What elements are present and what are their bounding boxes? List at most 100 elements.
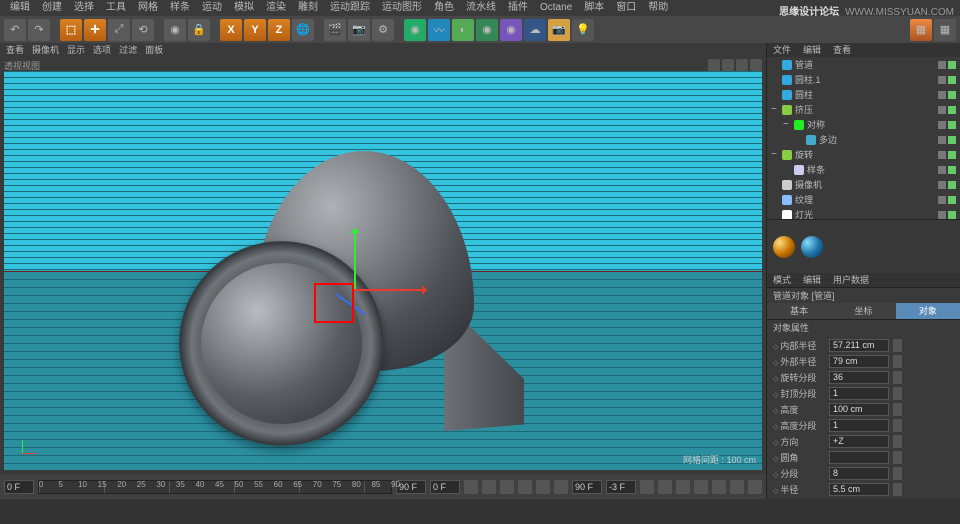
spinner[interactable] [893, 483, 902, 496]
tree-row[interactable]: 管道 [767, 57, 960, 72]
menu-样条[interactable]: 样条 [164, 0, 196, 16]
autokey[interactable] [658, 480, 672, 494]
menu-模拟[interactable]: 模拟 [228, 0, 260, 16]
tree-row[interactable]: 圆柱.1 [767, 72, 960, 87]
menu-窗口[interactable]: 窗口 [610, 0, 642, 16]
vp-nav-icon[interactable] [708, 59, 720, 71]
objtab[interactable]: 文件 [767, 43, 797, 57]
viewtab[interactable]: 显示 [67, 43, 85, 57]
visibility-flag[interactable] [948, 196, 956, 204]
y-axis[interactable]: Y [244, 19, 266, 41]
tree-row[interactable]: 摄像机 [767, 177, 960, 192]
tree-row[interactable]: 纹理 [767, 192, 960, 207]
layout-2[interactable]: ▦ [934, 19, 956, 41]
tree-row[interactable]: 灯光 [767, 207, 960, 219]
viewtab[interactable]: 查看 [6, 43, 24, 57]
lock-tool[interactable]: 🔒 [188, 19, 210, 41]
menu-选择[interactable]: 选择 [68, 0, 100, 16]
coord-sys[interactable]: 🌐 [292, 19, 314, 41]
tool-recent[interactable]: ◉ [164, 19, 186, 41]
menu-插件[interactable]: 插件 [502, 0, 534, 16]
menu-渲染[interactable]: 渲染 [260, 0, 292, 16]
visibility-flag[interactable] [938, 166, 946, 174]
visibility-flag[interactable] [938, 106, 946, 114]
tree-row[interactable]: −旋转 [767, 147, 960, 162]
expand-icon[interactable]: − [783, 119, 791, 130]
visibility-flag[interactable] [948, 211, 956, 219]
z-axis[interactable]: Z [268, 19, 290, 41]
attr-input[interactable] [829, 371, 889, 384]
visibility-flag[interactable] [948, 106, 956, 114]
timeline-temp[interactable] [606, 480, 636, 494]
attr-input[interactable] [829, 339, 889, 352]
environment[interactable]: ☁ [524, 19, 546, 41]
goto-start[interactable] [464, 480, 478, 494]
attrtab[interactable]: 模式 [767, 273, 797, 287]
generator2[interactable]: ◉ [476, 19, 498, 41]
expand-icon[interactable]: − [771, 149, 779, 160]
undo-button[interactable]: ↶ [4, 19, 26, 41]
key-opts4[interactable] [730, 480, 744, 494]
goto-end[interactable] [554, 480, 568, 494]
tree-row[interactable]: −对称 [767, 117, 960, 132]
spinner[interactable] [893, 403, 902, 416]
key-opts[interactable] [676, 480, 690, 494]
viewtab[interactable]: 选项 [93, 43, 111, 57]
key-opts2[interactable] [694, 480, 708, 494]
attr-input[interactable] [829, 403, 889, 416]
key-opts5[interactable] [748, 480, 762, 494]
key-opts3[interactable] [712, 480, 726, 494]
menu-脚本[interactable]: 脚本 [578, 0, 610, 16]
spinner[interactable] [893, 339, 902, 352]
attr-input[interactable] [829, 387, 889, 400]
transform-gizmo[interactable] [294, 231, 414, 351]
attr-input[interactable] [829, 467, 889, 480]
step-back[interactable] [482, 480, 496, 494]
menu-网格[interactable]: 网格 [132, 0, 164, 16]
spinner[interactable] [893, 419, 902, 432]
expand-icon[interactable]: − [771, 104, 779, 115]
menu-帮助[interactable]: 帮助 [642, 0, 674, 16]
spinner[interactable] [893, 435, 902, 448]
material-manager[interactable] [767, 219, 960, 273]
timeline-end[interactable] [396, 480, 426, 494]
timeline-track[interactable]: 051015202530354045505560657075808590 [38, 480, 392, 494]
viewtab[interactable]: 过滤 [119, 43, 137, 57]
attr-input[interactable] [829, 483, 889, 496]
spline[interactable]: 〰 [428, 19, 450, 41]
rotate-tool[interactable]: ⟲ [132, 19, 154, 41]
objtab[interactable]: 查看 [827, 43, 857, 57]
visibility-flag[interactable] [938, 211, 946, 219]
visibility-flag[interactable] [948, 166, 956, 174]
visibility-flag[interactable] [938, 121, 946, 129]
tree-row[interactable]: 圆柱 [767, 87, 960, 102]
spinner[interactable] [893, 387, 902, 400]
menu-运动跟踪[interactable]: 运动跟踪 [324, 0, 376, 16]
record[interactable] [640, 480, 654, 494]
attr-input[interactable] [829, 451, 889, 464]
move-tool[interactable]: ✛ [84, 19, 106, 41]
viewtab[interactable]: 摄像机 [32, 43, 59, 57]
menu-创建[interactable]: 创建 [36, 0, 68, 16]
menu-角色[interactable]: 角色 [428, 0, 460, 16]
attrtab[interactable]: 用户数据 [827, 273, 875, 287]
attr-input[interactable] [829, 419, 889, 432]
viewtab[interactable]: 面板 [145, 43, 163, 57]
tree-row[interactable]: 样条 [767, 162, 960, 177]
generator[interactable]: ◐ [452, 19, 474, 41]
menu-运动[interactable]: 运动 [196, 0, 228, 16]
vp-nav-icon[interactable] [736, 59, 748, 71]
timeline-range-end[interactable] [572, 480, 602, 494]
visibility-flag[interactable] [938, 181, 946, 189]
render-view[interactable]: 🎬 [324, 19, 346, 41]
object-tree[interactable]: 管道圆柱.1圆柱−挤压−对称多边−旋转样条摄像机纹理灯光灯光.目标 1关注L型板 [767, 57, 960, 219]
visibility-flag[interactable] [938, 76, 946, 84]
visibility-flag[interactable] [938, 151, 946, 159]
visibility-flag[interactable] [948, 181, 956, 189]
material-preview[interactable] [773, 236, 795, 258]
menu-雕刻[interactable]: 雕刻 [292, 0, 324, 16]
menu-编辑[interactable]: 编辑 [4, 0, 36, 16]
spinner[interactable] [893, 467, 902, 480]
tree-row[interactable]: 多边 [767, 132, 960, 147]
visibility-flag[interactable] [948, 91, 956, 99]
